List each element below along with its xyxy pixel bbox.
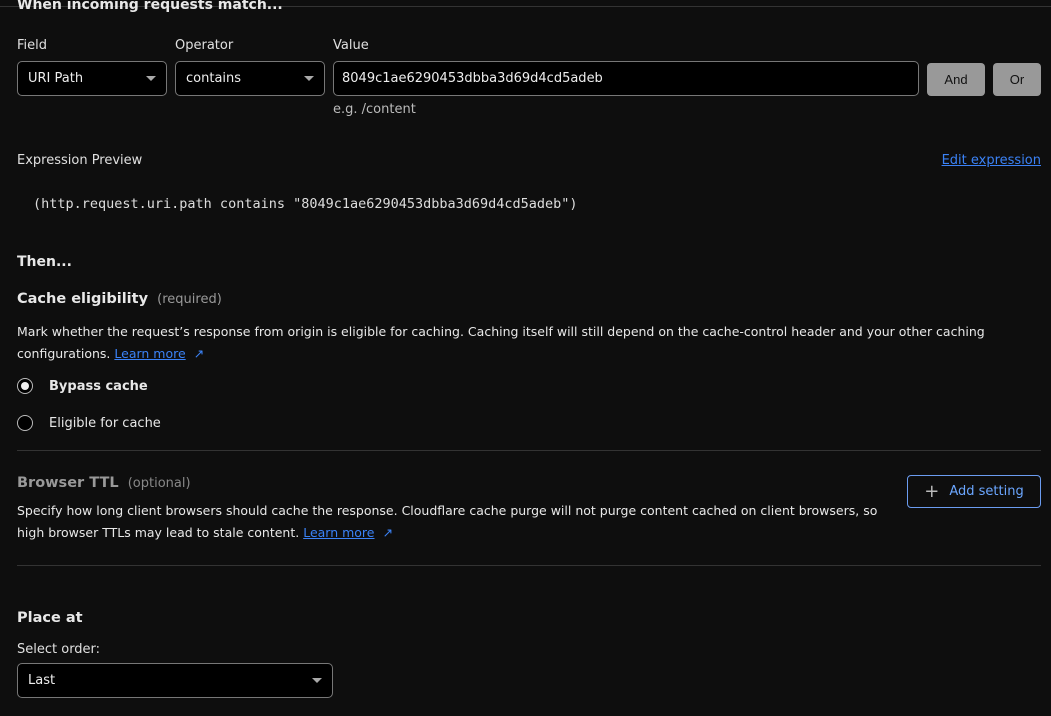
learn-more-link[interactable]: Learn more bbox=[303, 525, 374, 540]
value-input[interactable]: 8049c1ae6290453dbba3d69d4cd5adeb bbox=[333, 61, 919, 96]
required-tag: (required) bbox=[157, 292, 222, 307]
browser-ttl-header: Browser TTL (optional) bbox=[17, 475, 191, 491]
operator-select[interactable]: contains bbox=[175, 61, 325, 96]
plus-icon: + bbox=[924, 481, 940, 502]
chevron-down-icon bbox=[304, 76, 314, 81]
field-select[interactable]: URI Path bbox=[17, 61, 167, 96]
value-input-text: 8049c1ae6290453dbba3d69d4cd5adeb bbox=[342, 71, 603, 86]
field-select-value: URI Path bbox=[28, 71, 84, 86]
then-title: Then... bbox=[17, 254, 72, 270]
order-select[interactable]: Last bbox=[17, 663, 333, 698]
order-select-value: Last bbox=[28, 673, 56, 688]
operator-select-value: contains bbox=[186, 71, 242, 86]
radio-eligible-for-cache[interactable]: Eligible for cache bbox=[17, 415, 161, 431]
value-hint: e.g. /content bbox=[333, 102, 416, 117]
browser-ttl-description: Specify how long client browsers should … bbox=[17, 500, 887, 544]
place-at-title: Place at bbox=[17, 610, 83, 626]
radio-label: Bypass cache bbox=[49, 378, 148, 394]
section-title: When incoming requests match... bbox=[17, 0, 283, 13]
optional-tag: (optional) bbox=[127, 476, 191, 491]
chevron-down-icon bbox=[146, 76, 156, 81]
learn-more-link[interactable]: Learn more bbox=[114, 346, 185, 361]
radio-checked-icon bbox=[17, 378, 33, 394]
external-link-icon: ↗ bbox=[193, 346, 205, 361]
divider bbox=[17, 565, 1041, 566]
select-order-label: Select order: bbox=[17, 642, 101, 657]
field-label: Field bbox=[17, 38, 48, 53]
expression-preview-label: Expression Preview bbox=[17, 153, 143, 168]
cache-eligibility-title: Cache eligibility bbox=[17, 291, 149, 307]
and-button[interactable]: And bbox=[927, 63, 985, 96]
radio-label: Eligible for cache bbox=[49, 415, 161, 431]
radio-unchecked-icon bbox=[17, 415, 33, 431]
cache-eligibility-description: Mark whether the request’s response from… bbox=[17, 321, 997, 365]
edit-expression-link[interactable]: Edit expression bbox=[942, 153, 1041, 168]
value-label: Value bbox=[333, 38, 369, 53]
add-setting-button[interactable]: + Add setting bbox=[907, 475, 1041, 508]
operator-label: Operator bbox=[175, 38, 234, 53]
browser-ttl-title: Browser TTL bbox=[17, 475, 119, 491]
cache-eligibility-header: Cache eligibility (required) bbox=[17, 291, 222, 307]
divider bbox=[17, 450, 1041, 451]
external-link-icon: ↗ bbox=[382, 525, 393, 540]
add-setting-label: Add setting bbox=[949, 484, 1024, 499]
radio-bypass-cache[interactable]: Bypass cache bbox=[17, 378, 148, 394]
description-text: Specify how long client browsers should … bbox=[17, 503, 878, 540]
expression-preview: (http.request.uri.path contains "8049c1a… bbox=[33, 196, 578, 212]
or-button[interactable]: Or bbox=[993, 63, 1041, 96]
chevron-down-icon bbox=[312, 678, 322, 683]
